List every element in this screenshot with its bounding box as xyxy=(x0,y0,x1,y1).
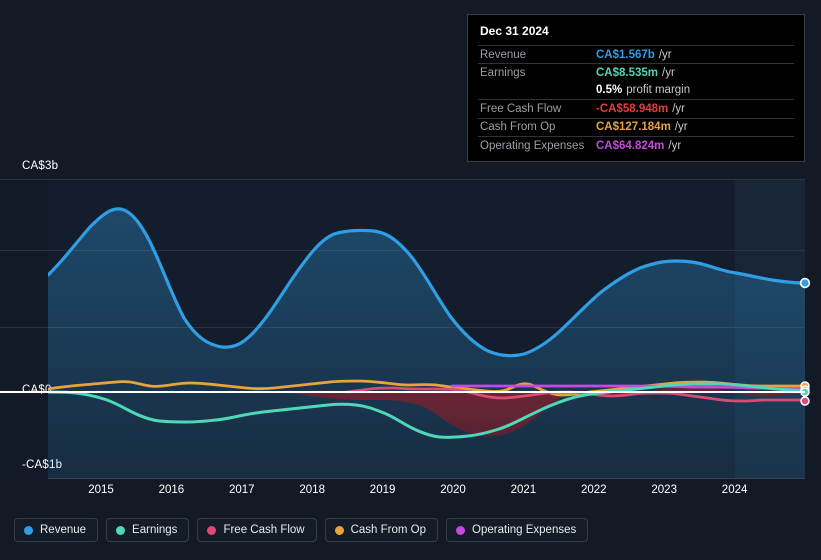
legend-item-label: Operating Expenses xyxy=(472,524,577,536)
free-cash-flow-endpoint-marker xyxy=(800,396,810,406)
legend-item-label: Revenue xyxy=(40,524,87,536)
tooltip-row-value: CA$127.184m xyxy=(596,121,671,134)
tooltip-row-profit-margin: 0.5% profit margin xyxy=(478,82,794,99)
x-axis-year-2022: 2022 xyxy=(581,484,607,496)
legend-color-dot-icon xyxy=(116,525,126,535)
x-axis-year-2021: 2021 xyxy=(510,484,537,496)
tooltip-row-value: 0.5% xyxy=(596,84,623,97)
tooltip-row-unit: /yr xyxy=(662,67,675,80)
legend-item-label: Earnings xyxy=(132,524,178,536)
tooltip-row-cash-from-op: Cash From Op CA$127.184m/yr xyxy=(478,117,794,136)
x-axis-line xyxy=(48,478,805,479)
tooltip-row-unit: /yr xyxy=(674,121,688,134)
legend-item-revenue[interactable]: Revenue xyxy=(14,518,99,542)
tooltip-row-operating-expenses: Operating Expenses CA$64.824m/yr xyxy=(478,135,794,154)
tooltip-row-unit: /yr xyxy=(668,139,682,152)
x-axis-year-2018: 2018 xyxy=(299,484,325,496)
tooltip-row-value: CA$1.567b xyxy=(596,48,655,61)
tooltip-row-revenue: Revenue CA$1.567b/yr xyxy=(478,45,794,63)
legend-item-free-cash-flow[interactable]: Free Cash Flow xyxy=(197,518,317,542)
tooltip-row-value: CA$8.535m xyxy=(596,67,659,80)
x-axis-year-2015: 2015 xyxy=(88,484,114,496)
tooltip-row-unit: /yr xyxy=(672,102,686,115)
zero-baseline xyxy=(0,391,805,393)
tooltip-date: Dec 31 2024 xyxy=(480,24,549,38)
tooltip-row-label: Cash From Op xyxy=(480,121,556,134)
tooltip-row-label: Earnings xyxy=(480,67,526,80)
x-axis-year-2016: 2016 xyxy=(158,484,185,496)
revenue-endpoint-marker xyxy=(799,277,811,289)
tooltip-row-value: CA$64.824m xyxy=(596,139,665,152)
financial-chart: CA$3b CA$0 -CA$1b 2015 2016 2017 2018 20… xyxy=(0,0,821,560)
tooltip-rows: Revenue CA$1.567b/yr Earnings CA$8.535m/yr 0… xyxy=(478,45,794,154)
tooltip-row-free-cash-flow: Free Cash Flow -CA$58.948m/yr xyxy=(478,99,794,117)
tooltip-row-label: Revenue xyxy=(480,48,527,61)
legend-item-label: Free Cash Flow xyxy=(223,524,305,536)
legend-item-operating-expenses[interactable]: Operating Expenses xyxy=(446,518,589,542)
legend-color-dot-icon xyxy=(334,525,344,535)
data-tooltip: Dec 31 2024 Revenue CA$1.567b/yr Earnings C… xyxy=(467,14,805,163)
tooltip-row-earnings: Earnings CA$8.535m/yr xyxy=(478,63,794,81)
legend-item-label: Cash From Op xyxy=(350,524,427,536)
legend-item-earnings[interactable]: Earnings xyxy=(106,518,190,542)
tooltip-row-value: -CA$58.948m xyxy=(596,102,669,115)
x-axis-year-2019: 2019 xyxy=(369,484,396,496)
legend-item-cash-from-op[interactable]: Cash From Op xyxy=(324,518,439,542)
legend-color-dot-icon xyxy=(24,525,33,535)
tooltip-row-label: Operating Expenses xyxy=(480,139,585,152)
tooltip-row-label: Free Cash Flow xyxy=(480,102,562,115)
revenue-area xyxy=(48,208,805,478)
legend-color-dot-icon xyxy=(456,525,466,535)
x-axis-year-2017: 2017 xyxy=(229,484,255,496)
tooltip-row-unit: profit margin xyxy=(626,84,691,97)
tooltip-row-unit: /yr xyxy=(658,48,672,61)
x-axis-year-2023: 2023 xyxy=(651,484,677,496)
legend-color-dot-icon xyxy=(207,525,217,535)
x-axis-year-2020: 2020 xyxy=(440,484,466,496)
chart-legend[interactable]: Revenue Earnings Free Cash Flow Cash From O… xyxy=(14,518,589,542)
x-axis-year-2024: 2024 xyxy=(721,484,748,496)
